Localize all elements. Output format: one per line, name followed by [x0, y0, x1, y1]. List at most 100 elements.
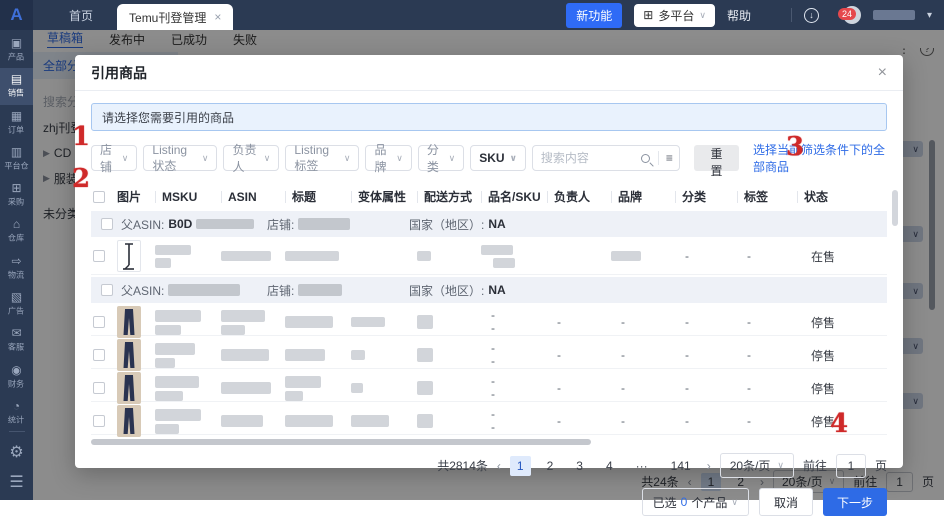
select-all-checkbox[interactable] — [93, 191, 105, 203]
filter-row: 店铺 ∨ Listing状态 ∨ 负责人 ∨ Listing标签 ∨ 品牌 ∨ 分类 ∨ S… — [91, 141, 887, 178]
sidebar-item-warehouse[interactable]: ⌂ 仓库 — [0, 213, 33, 249]
page-number[interactable]: 3 — [569, 456, 590, 476]
selected-count: 0 — [680, 495, 688, 509]
product-row[interactable]: -- - - - - 停售 — [91, 369, 887, 404]
row-checkbox[interactable] — [93, 349, 105, 361]
advanced-filter-icon[interactable]: ≡ — [657, 151, 673, 165]
settings-gear-icon[interactable]: ⚙ — [9, 442, 23, 462]
chevron-down-icon: ∨ — [448, 152, 456, 163]
sidebar-item-platform-warehouse[interactable]: ▥ 平台仓 — [0, 141, 33, 177]
sidebar-item-ads[interactable]: ▧ 广告 — [0, 286, 33, 322]
row-checkbox[interactable] — [93, 250, 105, 262]
sidebar-item-finance[interactable]: ◉ 财务 — [0, 358, 33, 394]
sidebar-item-statistics[interactable]: ◔ 统计 — [0, 395, 33, 431]
customer-service-icon: ✉ — [11, 326, 22, 341]
page-number[interactable]: 4 — [599, 456, 620, 476]
search-icon[interactable] — [640, 153, 650, 163]
product-row[interactable]: -- - - - - 停售 — [91, 402, 887, 437]
redacted-asin — [168, 284, 241, 296]
horizontal-scrollbar[interactable] — [91, 439, 591, 445]
grid-icon: ⊞ — [643, 8, 654, 22]
table-header: 图片 MSKU ASIN 标题 变体属性 配送方式 品名/SKU 负责人 品牌 … — [91, 185, 887, 209]
chevron-down-icon: ∨ — [343, 152, 351, 163]
page-number-active[interactable]: 1 — [509, 455, 531, 476]
modal-close-icon[interactable]: × — [878, 64, 887, 82]
top-bar: A 首页 Temu刊登管理 × 新功能 ⊞ 多平台 ∨ 帮助 ↓ 24 ▾ — [0, 0, 944, 30]
annotation-2: 2 — [72, 164, 91, 194]
next-page-icon[interactable]: › — [707, 459, 711, 473]
tab-home[interactable]: 首页 — [55, 7, 107, 24]
product-row[interactable]: - - 在售 — [91, 237, 887, 275]
category-filter-dropdown[interactable]: 分类 ∨ — [417, 143, 465, 174]
selected-products-dropdown[interactable]: 已选 0 个产品 ∨ — [641, 488, 749, 516]
sidebar-item-products[interactable]: ▣ 产品 — [0, 32, 33, 68]
group-checkbox[interactable] — [101, 218, 113, 230]
col-status: 状态 — [797, 191, 869, 203]
tab-close-icon[interactable]: × — [214, 10, 221, 24]
prev-page-icon[interactable]: ‹ — [497, 459, 501, 473]
logistics-icon: ⇨ — [11, 253, 22, 268]
sales-icon: ▤ — [10, 72, 23, 87]
modal-vertical-scrollbar[interactable] — [892, 190, 898, 226]
sidebar-item-purchasing[interactable]: ⊞ 采购 — [0, 177, 33, 213]
finance-icon: ◉ — [11, 362, 22, 377]
col-title: 标题 — [285, 191, 351, 203]
page-ellipsis[interactable]: ··· — [629, 456, 655, 476]
platform-warehouse-icon: ▥ — [10, 144, 23, 159]
page-number[interactable]: 141 — [664, 456, 698, 476]
select-all-filtered-link[interactable]: 选择当前筛选条件下的全部商品 — [753, 141, 887, 175]
collapse-menu-icon[interactable]: ☰ — [9, 472, 23, 492]
product-image-jeans — [117, 405, 141, 437]
statistics-icon: ◔ — [12, 398, 21, 413]
row-checkbox[interactable] — [93, 382, 105, 394]
sidebar-item-sales[interactable]: ▤ 销售 — [0, 68, 33, 105]
multi-platform-label: 多平台 — [658, 8, 695, 23]
app-logo: A — [0, 0, 33, 30]
sidebar-item-customer-service[interactable]: ✉ 客服 — [0, 322, 33, 358]
new-feature-button[interactable]: 新功能 — [566, 2, 623, 28]
col-asin: ASIN — [221, 191, 285, 203]
shop-filter-dropdown[interactable]: 店铺 ∨ — [91, 143, 138, 174]
row-checkbox[interactable] — [93, 316, 105, 328]
page-size-select[interactable]: 20条/页 ∨ — [719, 453, 794, 478]
sku-field-dropdown[interactable]: SKU ∨ — [470, 145, 526, 171]
sidebar-item-orders[interactable]: ▦ 订单 — [0, 105, 33, 141]
orders-icon: ▦ — [10, 108, 23, 123]
multi-platform-dropdown[interactable]: ⊞ 多平台 ∨ — [634, 3, 715, 27]
col-tag: 标签 — [737, 191, 797, 203]
page-number[interactable]: 2 — [540, 456, 561, 476]
col-name-sku: 品名/SKU — [481, 191, 547, 203]
goto-page-input[interactable]: 1 — [835, 453, 866, 478]
search-input[interactable] — [540, 151, 641, 165]
annotation-1: 1 — [72, 122, 91, 152]
row-checkbox[interactable] — [93, 415, 105, 427]
username-redacted — [872, 10, 915, 20]
product-row[interactable]: -- - - - - 停售 — [91, 336, 887, 371]
reset-button[interactable]: 重置 — [693, 145, 740, 178]
divider — [8, 431, 25, 432]
support-bell-icon[interactable] — [763, 8, 779, 22]
sidebar-item-logistics[interactable]: ⇨ 物流 — [0, 250, 33, 286]
group-row: 父ASIN: B0D 店铺: 国家（地区）: NA — [91, 211, 887, 237]
tab-temu-listing[interactable]: Temu刊登管理 × — [117, 4, 234, 30]
product-image-jeans — [117, 372, 141, 404]
cancel-button[interactable]: 取消 — [758, 488, 813, 516]
listing-tag-filter-dropdown[interactable]: Listing标签 ∨ — [285, 143, 360, 173]
chevron-down-icon: ∨ — [699, 9, 706, 20]
product-row[interactable]: -- - - - - 停售 — [91, 303, 887, 338]
product-image-jeans — [117, 306, 141, 338]
user-menu-caret-icon[interactable]: ▾ — [927, 10, 932, 21]
owner-filter-dropdown[interactable]: 负责人 ∨ — [223, 143, 280, 174]
group-checkbox[interactable] — [101, 284, 113, 296]
help-link[interactable]: 帮助 — [727, 7, 751, 24]
goto-label: 前往 — [802, 459, 827, 473]
modal-pagination: 共2814条 ‹ 1 2 3 4 ··· 141 › 20条/页 ∨ 前往 1 页 — [91, 453, 887, 478]
product-image-pump — [117, 240, 141, 272]
listing-status-filter-dropdown[interactable]: Listing状态 ∨ — [143, 143, 218, 173]
brand-filter-dropdown[interactable]: 品牌 ∨ — [365, 143, 412, 174]
redacted-asin — [196, 219, 255, 229]
download-icon[interactable]: ↓ — [803, 7, 819, 23]
purchasing-icon: ⊞ — [11, 181, 22, 196]
total-count: 共2814条 — [437, 459, 488, 473]
next-step-button[interactable]: 下一步 — [822, 488, 887, 516]
